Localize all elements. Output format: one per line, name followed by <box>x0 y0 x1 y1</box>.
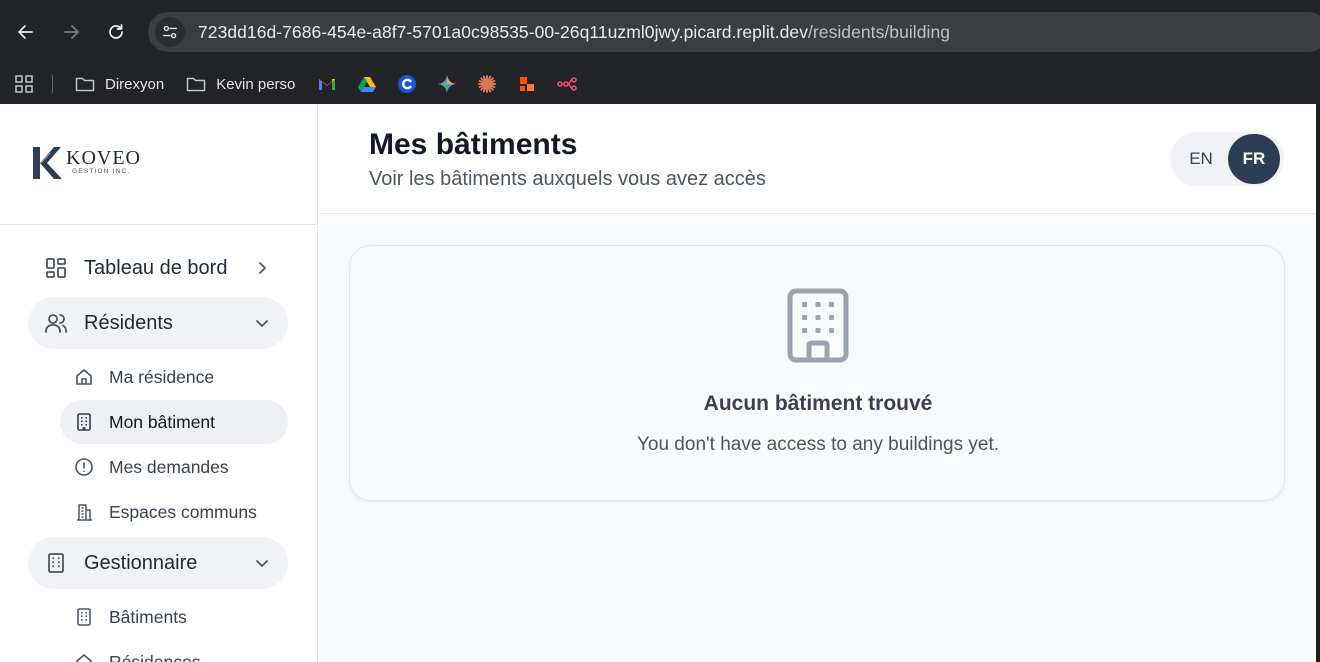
url-host: 723dd16d-7686-454e-a8f7-5701a0c98535-00-… <box>198 21 808 42</box>
bookmark-claude[interactable] <box>477 74 497 94</box>
lang-fr-button[interactable]: FR <box>1228 134 1280 184</box>
building-icon <box>44 551 68 575</box>
home-icon <box>74 652 94 662</box>
bookmark-folder-label: Kevin perso <box>216 75 296 93</box>
address-bar[interactable]: 723dd16d-7686-454e-a8f7-5701a0c98535-00-… <box>148 12 1320 52</box>
gemini-icon <box>438 75 457 93</box>
reload-icon <box>109 24 123 39</box>
back-button[interactable] <box>12 18 40 46</box>
zapier-icon <box>520 77 535 91</box>
sidebar-subitem-label: Résidences <box>109 651 201 662</box>
url-text[interactable]: 723dd16d-7686-454e-a8f7-5701a0c98535-00-… <box>198 22 950 43</box>
chevron-down-icon <box>256 560 268 567</box>
sidebar-subitem-my-building[interactable]: Mon bâtiment <box>60 400 288 444</box>
app-root: KOVEO GESTION INC. Tableau de bord Résid… <box>0 104 1316 662</box>
reload-button[interactable] <box>102 18 130 46</box>
bookmarks-separator <box>52 75 53 93</box>
alert-circle-icon <box>74 457 94 477</box>
building-icon <box>74 607 94 627</box>
sidebar-item-label: Gestionnaire <box>84 551 198 574</box>
sidebar-subitem-my-residence[interactable]: Ma résidence <box>60 355 288 399</box>
site-info-button[interactable] <box>150 12 190 52</box>
building-icon <box>787 288 849 363</box>
forward-button[interactable] <box>57 18 85 46</box>
window-edge <box>1316 104 1320 662</box>
home-icon <box>74 367 94 387</box>
sidebar-subitem-residences[interactable]: Résidences <box>60 640 288 662</box>
tune-icon <box>163 25 177 39</box>
bookmark-folder-direxyon[interactable]: Direxyon <box>75 75 164 93</box>
bookmark-gmail[interactable] <box>317 74 337 94</box>
language-toggle: EN FR <box>1170 132 1284 186</box>
dashboard-icon <box>44 256 68 280</box>
koveo-logo[interactable]: KOVEO GESTION INC. <box>30 144 141 182</box>
bookmarks-bar: Direxyon Kevin perso <box>0 64 1320 104</box>
sidebar-item-label: Tableau de bord <box>84 256 228 279</box>
n8n-icon <box>557 77 578 91</box>
sidebar-item-residents[interactable]: Résidents <box>28 297 288 349</box>
sidebar-subitem-label: Ma résidence <box>109 366 215 387</box>
url-path: /residents/building <box>808 21 951 42</box>
claude-icon <box>478 75 497 93</box>
bookmark-folder-kevin-perso[interactable]: Kevin perso <box>186 75 295 93</box>
sidebar-subitem-label: Mon bâtiment <box>109 411 216 432</box>
page-header: Mes bâtiments Voir les bâtiments auxquel… <box>319 104 1316 214</box>
sidebar-item-manager[interactable]: Gestionnaire <box>28 537 288 589</box>
empty-state-message: You don't have access to any buildings y… <box>636 434 1000 455</box>
chevron-down-icon <box>256 320 268 327</box>
page-subtitle: Voir les bâtiments auxquels vous avez ac… <box>369 168 766 190</box>
browser-toolbar: 723dd16d-7686-454e-a8f7-5701a0c98535-00-… <box>0 0 1320 64</box>
bookmark-c-app[interactable] <box>397 74 417 94</box>
bookmark-gemini[interactable] <box>437 74 457 94</box>
building-icon <box>74 412 94 432</box>
folder-icon <box>75 77 95 92</box>
bookmark-n8n[interactable] <box>557 74 578 94</box>
lang-en-button[interactable]: EN <box>1176 137 1226 181</box>
sidebar-subitem-common-spaces[interactable]: Espaces communs <box>60 490 288 534</box>
bookmark-zapier[interactable] <box>517 74 537 94</box>
folder-icon <box>186 77 206 92</box>
arrow-right-icon <box>64 25 79 39</box>
sidebar-subitem-label: Espaces communs <box>109 501 257 522</box>
sidebar: KOVEO GESTION INC. Tableau de bord Résid… <box>0 104 318 662</box>
bookmark-google-drive[interactable] <box>357 74 377 94</box>
arrow-left-icon <box>18 25 33 39</box>
empty-state-title: Aucun bâtiment trouvé <box>703 392 933 415</box>
logo-wordmark: KOVEO <box>66 147 141 169</box>
apps-grid-icon[interactable] <box>14 74 34 94</box>
c-app-icon <box>398 75 417 93</box>
koveo-k-mark-icon <box>33 147 62 179</box>
empty-state-card: Aucun bâtiment trouvé You don't have acc… <box>349 245 1285 501</box>
chevron-right-icon <box>259 262 266 274</box>
gmail-icon <box>319 79 336 90</box>
bookmark-folder-label: Direxyon <box>105 75 165 93</box>
sidebar-subitem-buildings[interactable]: Bâtiments <box>60 595 288 639</box>
page-title: Mes bâtiments <box>369 128 578 161</box>
logo-subtitle: GESTION INC. <box>72 168 131 175</box>
main-content: Mes bâtiments Voir les bâtiments auxquel… <box>319 104 1316 662</box>
sidebar-subitem-label: Bâtiments <box>109 606 187 627</box>
sidebar-item-dashboard[interactable]: Tableau de bord <box>28 242 288 294</box>
sidebar-subitem-label: Mes demandes <box>109 456 229 477</box>
google-drive-icon <box>358 77 377 92</box>
sidebar-item-label: Résidents <box>84 311 173 334</box>
users-icon <box>44 311 68 335</box>
sidebar-subitem-my-requests[interactable]: Mes demandes <box>60 445 288 489</box>
building-2-icon <box>74 502 94 522</box>
logo-area: KOVEO GESTION INC. <box>0 104 317 225</box>
